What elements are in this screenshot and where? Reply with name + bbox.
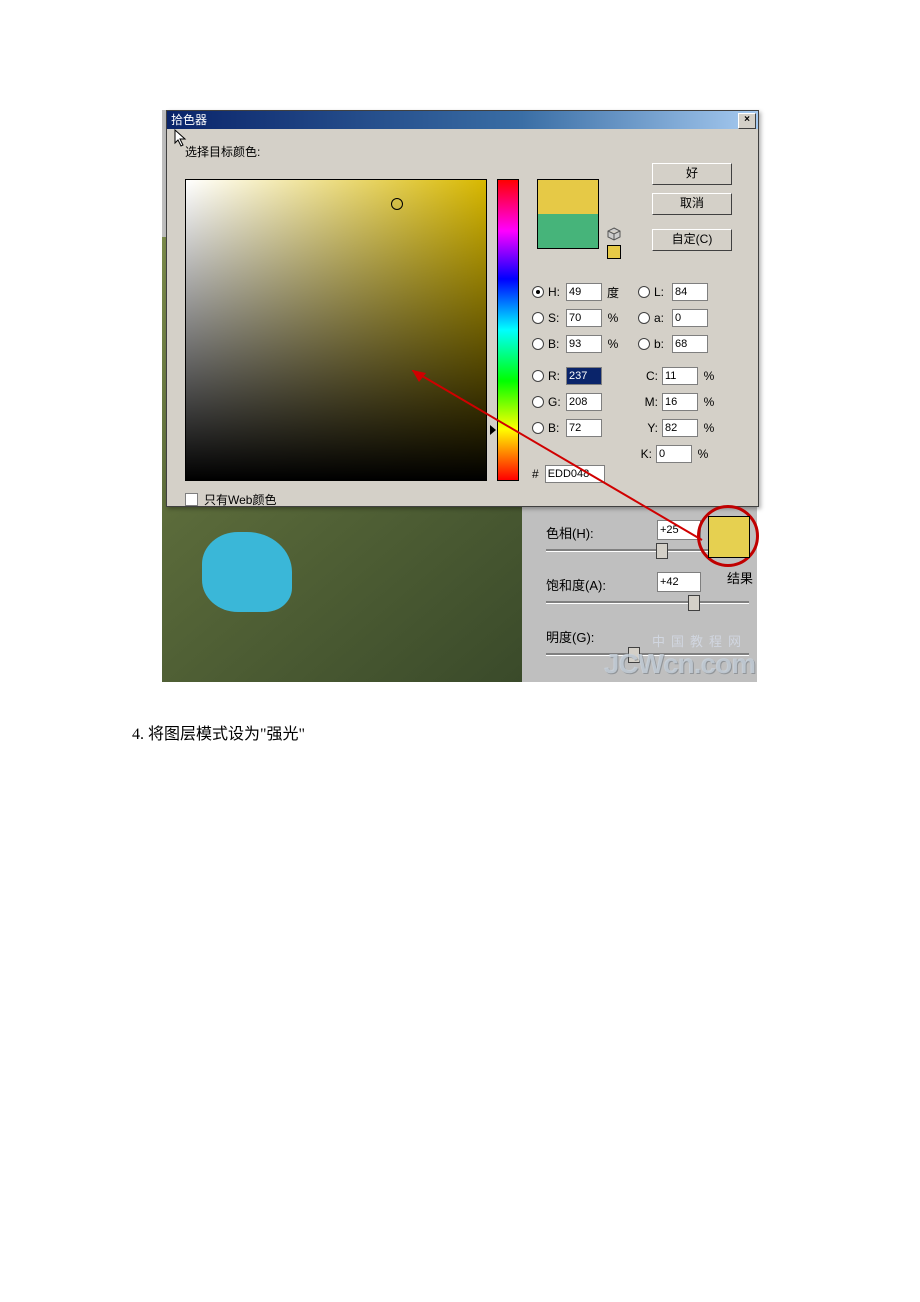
step-caption: 4. 将图层模式设为"强光" [132, 720, 920, 744]
input-c[interactable]: 11 [662, 367, 698, 385]
radio-l[interactable] [638, 286, 650, 298]
input-k[interactable]: 0 [656, 445, 692, 463]
color-picker-dialog: 拾色器 × 选择目标颜色: 好 取消 自定(C) [166, 110, 759, 507]
input-s[interactable]: 70 [566, 309, 602, 327]
radio-h[interactable] [532, 286, 544, 298]
input-bv[interactable]: 93 [566, 335, 602, 353]
sat-thumb[interactable] [688, 595, 700, 611]
close-button[interactable]: × [738, 113, 756, 129]
gamut-swatch[interactable] [607, 245, 621, 259]
input-h[interactable]: 49 [566, 283, 602, 301]
custom-button[interactable]: 自定(C) [652, 229, 732, 251]
lig-label: 明度(G): [546, 627, 594, 646]
hue-label: 色相(H): [546, 523, 594, 542]
hue-pointer-icon [490, 425, 496, 435]
hex-row: # EDD048 [532, 465, 605, 483]
color-swatch [537, 179, 599, 249]
radio-g[interactable] [532, 396, 544, 408]
input-g[interactable]: 208 [566, 393, 602, 411]
screenshot-figure: 拾色器 × 选择目标颜色: 好 取消 自定(C) [162, 110, 757, 682]
cube-icon [607, 227, 621, 241]
radio-r[interactable] [532, 370, 544, 382]
web-colors-checkbox[interactable]: 只有Web颜色 [185, 491, 276, 508]
radio-a[interactable] [638, 312, 650, 324]
hue-slider[interactable] [497, 179, 519, 481]
radio-s[interactable] [532, 312, 544, 324]
radio-bl[interactable] [638, 338, 650, 350]
prompt-label: 选择目标颜色: [185, 143, 748, 160]
color-field[interactable] [185, 179, 487, 481]
result-circle [697, 505, 759, 567]
checkbox-icon [185, 493, 198, 506]
cancel-button[interactable]: 取消 [652, 193, 732, 215]
watermark-logo: JCWcn.com [604, 648, 755, 680]
radio-bb[interactable] [532, 422, 544, 434]
swatch-current [538, 214, 598, 248]
input-bb[interactable]: 72 [566, 419, 602, 437]
input-y[interactable]: 82 [662, 419, 698, 437]
input-hex[interactable]: EDD048 [545, 465, 605, 483]
input-m[interactable]: 16 [662, 393, 698, 411]
swatch-new [538, 180, 598, 214]
input-bl[interactable]: 68 [672, 335, 708, 353]
input-l[interactable]: 84 [672, 283, 708, 301]
color-marker [391, 198, 403, 210]
dialog-title: 拾色器 [171, 113, 207, 127]
titlebar[interactable]: 拾色器 × [167, 111, 758, 129]
sat-value[interactable]: +42 [657, 572, 701, 592]
input-a[interactable]: 0 [672, 309, 708, 327]
result-swatch [708, 516, 750, 558]
ok-button[interactable]: 好 [652, 163, 732, 185]
sat-track[interactable] [546, 601, 749, 604]
hue-value[interactable]: +25 [657, 520, 701, 540]
hue-thumb[interactable] [656, 543, 668, 559]
radio-bv[interactable] [532, 338, 544, 350]
sat-label: 饱和度(A): [546, 575, 606, 594]
result-label: 结果 [727, 568, 753, 587]
color-fields: H: 49度 L:84 S: 70% a:0 B: 93% b:68 [532, 279, 752, 467]
input-r[interactable]: 237 [566, 367, 602, 385]
